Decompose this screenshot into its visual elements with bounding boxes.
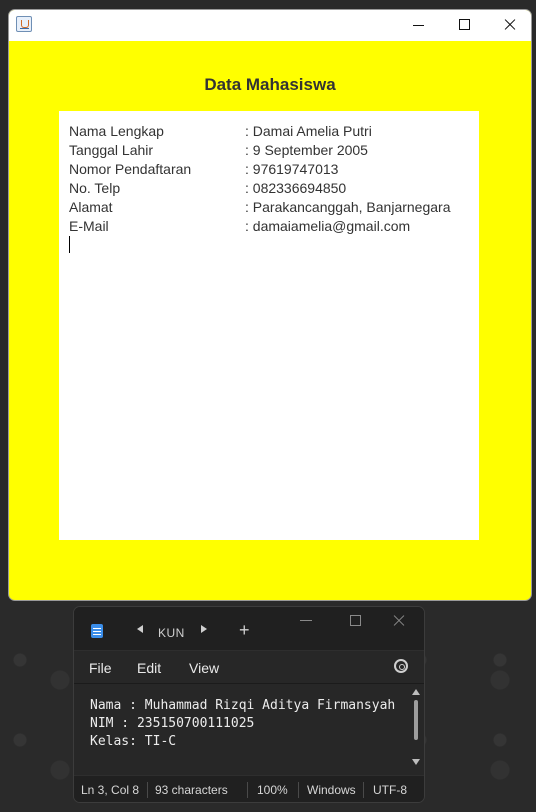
row-value: : 9 September 2005	[245, 142, 368, 158]
chevron-left-icon[interactable]	[137, 625, 143, 633]
row-label: Nomor Pendaftaran	[69, 161, 192, 177]
cursor-position: Ln 3, Col 8	[81, 783, 140, 797]
row-value: : damaiamelia@gmail.com	[245, 218, 411, 234]
text-caret	[69, 236, 70, 253]
scroll-down-arrow-icon[interactable]	[412, 759, 420, 765]
row-label: Tanggal Lahir	[69, 142, 154, 158]
editor-line: NIM : 235150700111025	[90, 716, 255, 731]
notepad-close-button[interactable]	[392, 613, 406, 627]
notepad-icon	[91, 624, 103, 638]
notepad-minimize-button[interactable]	[300, 620, 312, 621]
notepad-maximize-button[interactable]	[350, 615, 361, 626]
status-divider	[147, 782, 148, 798]
encoding[interactable]: UTF-8	[373, 783, 407, 797]
notepad-window: KUN + File Edit View Nama : Muhammad Riz…	[73, 606, 425, 803]
row-value: : Parakancanggah, Banjarnegara	[245, 199, 451, 215]
chevron-right-icon[interactable]	[201, 625, 207, 633]
menu-view[interactable]: View	[189, 660, 219, 676]
row-value: : 082336694850	[245, 180, 347, 196]
zoom-level[interactable]: 100%	[257, 783, 288, 797]
notepad-tabbar: KUN +	[74, 607, 424, 650]
menu-edit[interactable]: Edit	[137, 660, 161, 676]
character-count: 93 characters	[155, 783, 228, 797]
row-label: Alamat	[69, 199, 113, 215]
row-label: E-Mail	[69, 218, 109, 234]
student-data-textarea[interactable]: Nama Lengkap : Damai Amelia Putri Tangga…	[59, 111, 479, 540]
editor-line: Kelas: TI-C	[90, 734, 177, 749]
row-label: No. Telp	[69, 180, 121, 196]
menu-file[interactable]: File	[89, 660, 112, 676]
java-app-window: Data Mahasiswa Nama Lengkap : Damai Amel…	[8, 9, 532, 601]
java-app-icon	[16, 16, 32, 32]
notepad-menubar: File Edit View	[74, 650, 424, 684]
gear-icon[interactable]	[394, 659, 408, 673]
status-divider	[298, 782, 299, 798]
editor-line: Nama : Muhammad Rizqi Aditya Firmansyah	[90, 698, 396, 713]
new-tab-plus-icon[interactable]: +	[239, 621, 250, 639]
close-button[interactable]	[487, 10, 531, 41]
row-label: Nama Lengkap	[69, 123, 164, 139]
row-value: : Damai Amelia Putri	[245, 123, 372, 139]
tab-kun[interactable]: KUN	[129, 619, 225, 645]
notepad-editor[interactable]: Nama : Muhammad Rizqi Aditya Firmansyah …	[74, 683, 424, 776]
notepad-statusbar: Ln 3, Col 8 93 characters 100% Windows U…	[74, 775, 424, 802]
page-title: Data Mahasiswa	[204, 75, 336, 94]
scrollbar-thumb[interactable]	[414, 700, 418, 740]
line-ending[interactable]: Windows	[307, 783, 356, 797]
scroll-up-arrow-icon[interactable]	[412, 689, 420, 695]
tab-label: KUN	[158, 626, 185, 640]
maximize-button[interactable]	[441, 10, 487, 41]
minimize-button[interactable]	[395, 10, 441, 41]
window-titlebar	[9, 10, 531, 41]
row-value: : 97619747013	[245, 161, 339, 177]
status-divider	[247, 782, 248, 798]
status-divider	[363, 782, 364, 798]
